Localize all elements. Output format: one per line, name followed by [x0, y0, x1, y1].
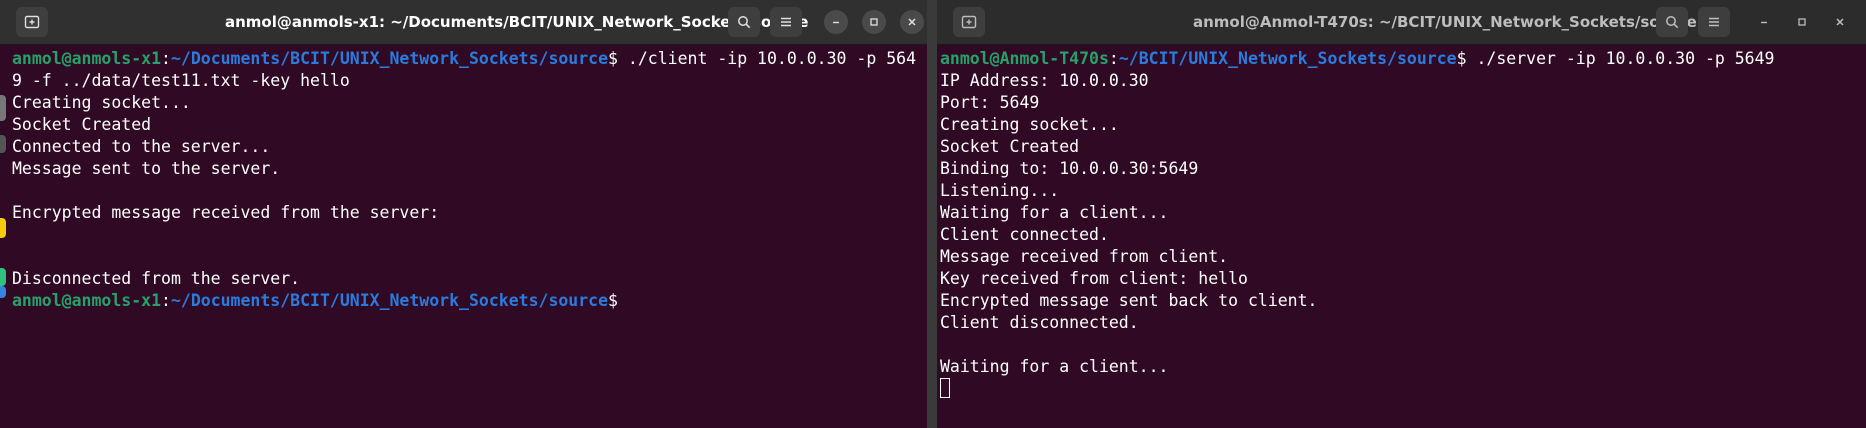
left-menu-button[interactable]	[770, 7, 802, 37]
output-line: Encrypted message received from the serv…	[12, 203, 440, 222]
output-line: Disconnected from the server.	[12, 269, 301, 288]
output-line: Connected to the server...	[12, 137, 271, 156]
left-terminal-window[interactable]: anmol@anmols-x1: ~/Documents/BCIT/UNIX_N…	[0, 0, 927, 428]
search-icon	[738, 16, 751, 29]
prompt-symbol: $	[608, 49, 618, 68]
output-line: Encrypted message sent back to client.	[940, 291, 1318, 310]
desktop-edge-peek	[0, 0, 6, 428]
output-line: Creating socket...	[12, 93, 191, 112]
output-line: Client connected.	[940, 225, 1109, 244]
prompt-symbol: $	[608, 291, 618, 310]
right-search-button[interactable]	[1656, 7, 1688, 37]
output-line: Binding to: 10.0.0.30:5649	[940, 159, 1199, 178]
output-line: Waiting for a client...	[940, 203, 1169, 222]
output-line: Socket Created	[12, 115, 152, 134]
output-line: Message received from client.	[940, 247, 1229, 266]
close-icon	[908, 18, 916, 26]
new-tab-icon	[24, 15, 40, 29]
prompt-user: anmol@Anmol-T470s	[940, 49, 1109, 68]
search-icon	[1666, 16, 1679, 29]
left-titlebar[interactable]: anmol@anmols-x1: ~/Documents/BCIT/UNIX_N…	[0, 0, 927, 45]
prompt-user: anmol@anmols-x1	[12, 291, 162, 310]
left-minimize-button[interactable]	[824, 10, 848, 34]
output-line: Port: 5649	[940, 93, 1040, 112]
right-new-tab-button[interactable]	[953, 7, 985, 37]
terminal-cursor	[940, 378, 950, 398]
left-final-prompt: anmol@anmols-x1:~/Documents/BCIT/UNIX_Ne…	[12, 291, 618, 310]
minimize-icon	[1761, 21, 1767, 24]
prompt-path: ~/BCIT/UNIX_Network_Sockets/source	[1118, 49, 1457, 68]
hamburger-menu-icon	[781, 17, 791, 27]
right-titlebar[interactable]: anmol@Anmol-T470s: ~/BCIT/UNIX_Network_S…	[937, 0, 1866, 45]
output-line: IP Address: 10.0.0.30	[940, 71, 1149, 90]
prompt-path: ~/Documents/BCIT/UNIX_Network_Sockets/so…	[170, 291, 609, 310]
left-new-tab-button[interactable]	[16, 7, 48, 37]
right-minimize-button[interactable]	[1752, 10, 1776, 34]
command-text: ./client -ip 10.0.0.30 -p 564	[617, 49, 916, 68]
prompt-path: ~/Documents/BCIT/UNIX_Network_Sockets/so…	[170, 49, 609, 68]
left-command-line: anmol@anmols-x1:~/Documents/BCIT/UNIX_Ne…	[12, 49, 916, 68]
left-command-wrap: 9 -f ../data/test11.txt -key hello	[12, 71, 350, 90]
left-window-title: anmol@anmols-x1: ~/Documents/BCIT/UNIX_N…	[225, 13, 809, 31]
maximize-icon	[1798, 18, 1806, 26]
left-close-button[interactable]	[900, 10, 924, 34]
maximize-icon	[870, 18, 878, 26]
output-line: Listening...	[940, 181, 1060, 200]
right-window-title: anmol@Anmol-T470s: ~/BCIT/UNIX_Network_S…	[1193, 13, 1697, 31]
right-close-button[interactable]	[1828, 10, 1852, 34]
minimize-icon	[833, 21, 839, 24]
output-line: Creating socket...	[940, 115, 1119, 134]
close-icon	[1836, 18, 1844, 26]
prompt-user: anmol@anmols-x1	[12, 49, 162, 68]
output-line: Waiting for a client...	[940, 357, 1169, 376]
left-terminal-output[interactable]: anmol@anmols-x1:~/Documents/BCIT/UNIX_Ne…	[12, 48, 923, 428]
right-terminal-output[interactable]: anmol@Anmol-T470s:~/BCIT/UNIX_Network_So…	[940, 48, 1862, 428]
output-line: Client disconnected.	[940, 313, 1139, 332]
output-line: Key received from client: hello	[940, 269, 1248, 288]
right-command-line: anmol@Anmol-T470s:~/BCIT/UNIX_Network_So…	[940, 49, 1775, 68]
new-tab-icon	[961, 15, 977, 29]
left-search-button[interactable]	[728, 7, 760, 37]
hamburger-menu-icon	[1709, 17, 1719, 27]
right-menu-button[interactable]	[1698, 7, 1730, 37]
command-text: ./server -ip 10.0.0.30 -p 5649	[1466, 49, 1775, 68]
cursor-line	[940, 378, 1862, 400]
right-maximize-button[interactable]	[1790, 10, 1814, 34]
right-terminal-window[interactable]: anmol@Anmol-T470s: ~/BCIT/UNIX_Network_S…	[937, 0, 1866, 428]
output-line: Message sent to the server.	[12, 159, 281, 178]
window-divider	[927, 0, 937, 428]
prompt-symbol: $	[1456, 49, 1467, 68]
output-line: Socket Created	[940, 137, 1080, 156]
left-maximize-button[interactable]	[862, 10, 886, 34]
